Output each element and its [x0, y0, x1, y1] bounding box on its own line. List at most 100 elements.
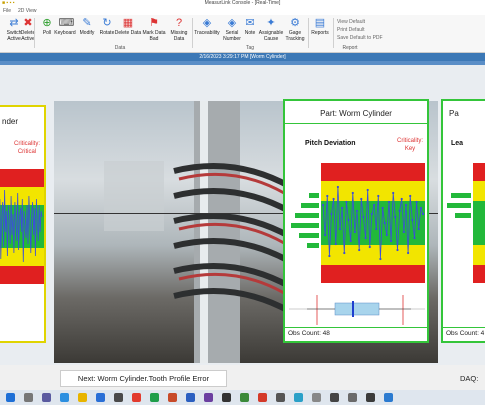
- realtime-stage: nder Criticality: Critical Part: Worm Cy…: [0, 65, 485, 365]
- app-icon[interactable]: [276, 393, 285, 402]
- data-point[interactable]: [360, 197, 363, 201]
- data-point[interactable]: [407, 251, 410, 255]
- data-point[interactable]: [349, 239, 352, 243]
- tab-2d-view[interactable]: 2D View: [18, 8, 37, 14]
- data-point[interactable]: [398, 209, 401, 213]
- data-point[interactable]: [409, 194, 412, 198]
- next-feature-bar: Next: Worm Cylinder.Tooth Profile Error …: [0, 365, 485, 390]
- data-point[interactable]: [321, 203, 325, 207]
- data-point[interactable]: [328, 254, 331, 258]
- next-feature-button[interactable]: Next: Worm Cylinder.Tooth Profile Error: [60, 370, 227, 387]
- divider: [285, 123, 427, 124]
- data-point[interactable]: [362, 215, 365, 219]
- data-point[interactable]: [338, 227, 342, 231]
- data-point[interactable]: [351, 191, 354, 195]
- acrobat-icon[interactable]: [258, 393, 267, 402]
- data-point[interactable]: [387, 200, 391, 204]
- search-icon[interactable]: [24, 393, 33, 402]
- data-point[interactable]: [336, 185, 339, 189]
- data-point[interactable]: [324, 233, 327, 237]
- outlook-icon[interactable]: [96, 393, 105, 402]
- data-point[interactable]: [364, 236, 367, 240]
- teams-icon[interactable]: [204, 393, 213, 402]
- reports-button[interactable]: ▤ Reports: [306, 17, 334, 47]
- save-default-pdf-item[interactable]: Save Default to PDF: [337, 35, 383, 41]
- app-icon[interactable]: [366, 393, 375, 402]
- gage-icon: ⚙: [290, 17, 300, 29]
- data-point[interactable]: [417, 227, 420, 231]
- data-point[interactable]: [358, 248, 361, 252]
- data-point[interactable]: [373, 203, 376, 207]
- obs-count: Obs Count: 48: [288, 330, 330, 337]
- data-point[interactable]: [385, 233, 388, 237]
- folder-icon[interactable]: [78, 393, 87, 402]
- mark-data-bad-button[interactable]: ⚑ Mark Data Bad: [140, 17, 168, 47]
- print-default-item[interactable]: Print Default: [337, 27, 365, 33]
- data-point[interactable]: [326, 194, 329, 198]
- panel-title: Part: Worm Cylinder: [320, 109, 392, 118]
- traceability-button[interactable]: ◈ Traceability: [193, 17, 221, 47]
- daq-status: DAQ:: [460, 374, 479, 383]
- spc-panel-left[interactable]: nder Criticality: Critical: [0, 105, 46, 343]
- spc-panel-right[interactable]: Pa Lea Obs Count: 4: [441, 99, 485, 343]
- data-point[interactable]: [347, 218, 350, 222]
- data-point[interactable]: [390, 239, 393, 243]
- data-point[interactable]: [355, 209, 359, 213]
- word-icon[interactable]: [186, 393, 195, 402]
- data-point[interactable]: [330, 212, 333, 216]
- app-icon[interactable]: [384, 393, 393, 402]
- data-point[interactable]: [366, 188, 369, 192]
- data-point[interactable]: [381, 206, 384, 210]
- data-point[interactable]: [332, 197, 335, 201]
- app-icon[interactable]: [294, 393, 303, 402]
- data-point[interactable]: [394, 215, 397, 219]
- data-point[interactable]: [343, 251, 346, 255]
- app-icon[interactable]: [312, 393, 321, 402]
- powerpoint-icon[interactable]: [168, 393, 177, 402]
- data-point[interactable]: [402, 230, 405, 234]
- gage-tracking-button[interactable]: ⚙ Gage Tracking: [281, 17, 309, 47]
- app-icon[interactable]: [330, 393, 339, 402]
- data-point[interactable]: [341, 206, 344, 210]
- missing-data-button[interactable]: ? Missing Data: [165, 17, 193, 47]
- data-point[interactable]: [368, 245, 371, 249]
- edge-icon[interactable]: [60, 393, 69, 402]
- app-icon[interactable]: [348, 393, 357, 402]
- excel-icon[interactable]: [150, 393, 159, 402]
- data-point[interactable]: [345, 200, 348, 204]
- app-icon[interactable]: [114, 393, 123, 402]
- panel-title: Pa: [449, 109, 459, 118]
- divider: [443, 327, 485, 328]
- data-point[interactable]: [400, 197, 403, 201]
- data-point[interactable]: [421, 212, 425, 216]
- app-icon[interactable]: [240, 393, 249, 402]
- data-point[interactable]: [404, 203, 408, 207]
- spc-panel-pitch-deviation[interactable]: Part: Worm Cylinder Pitch Deviation Crit…: [283, 99, 429, 343]
- app-icon[interactable]: [222, 393, 231, 402]
- data-point[interactable]: [392, 191, 395, 195]
- data-point[interactable]: [379, 257, 382, 261]
- view-default-item[interactable]: View Default: [337, 19, 365, 25]
- task-view-icon[interactable]: [42, 393, 51, 402]
- data-point[interactable]: [411, 218, 414, 222]
- data-point[interactable]: [383, 221, 386, 225]
- flag-icon: ⚑: [149, 17, 159, 29]
- data-point[interactable]: [377, 194, 380, 198]
- windows-start-icon[interactable]: [6, 393, 15, 402]
- data-point[interactable]: [353, 230, 356, 234]
- panel-title: nder: [2, 117, 19, 126]
- data-point[interactable]: [375, 227, 378, 231]
- cause-icon: ✦: [266, 17, 276, 29]
- data-point[interactable]: [334, 242, 337, 246]
- tab-file[interactable]: File: [3, 8, 11, 14]
- data-point[interactable]: [413, 236, 416, 240]
- data-point[interactable]: [396, 248, 399, 252]
- window-title: MeasurLink Console - [Real-Time]: [204, 0, 281, 6]
- chrome-icon[interactable]: [132, 393, 141, 402]
- control-chart-left: [0, 169, 44, 284]
- divider: [333, 18, 334, 48]
- data-point[interactable]: [415, 200, 418, 204]
- data-point[interactable]: [370, 212, 373, 216]
- delete-data-button[interactable]: ▦ Delete Data: [114, 17, 142, 47]
- data-point[interactable]: [419, 206, 422, 210]
